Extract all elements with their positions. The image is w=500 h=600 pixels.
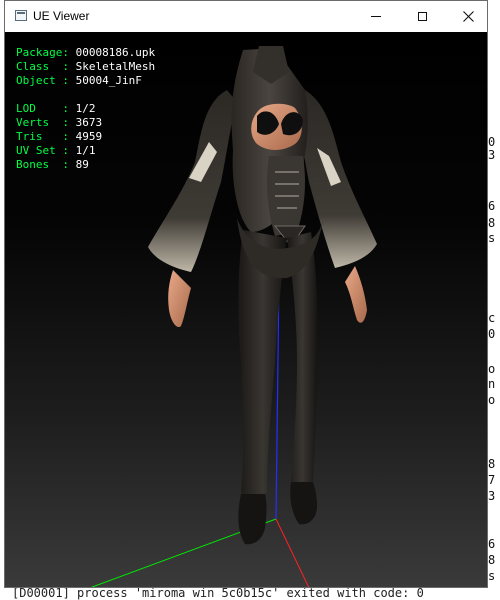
- left-hand: [168, 270, 191, 328]
- tris-value: 4959: [75, 130, 103, 143]
- info-bones: Bones : 89: [16, 158, 89, 171]
- console-char: 8: [488, 553, 496, 567]
- close-button[interactable]: [445, 1, 491, 32]
- console-char: o: [488, 393, 496, 407]
- minimize-icon: [371, 16, 381, 17]
- console-char: 7: [488, 473, 496, 487]
- ue-viewer-window[interactable]: UE Viewer Package: 00008186.upk Class: …: [4, 0, 488, 588]
- x-axis-line: [275, 518, 310, 587]
- right-hand: [345, 266, 367, 323]
- info-object: Object : 50004_JinF: [16, 74, 142, 87]
- info-package: Package: 00008186.upk: [16, 46, 156, 59]
- info-class: Class : SkeletalMesh: [16, 60, 156, 73]
- verts-value: 3673: [75, 116, 103, 129]
- console-char: c: [488, 311, 496, 325]
- left-shoe: [238, 494, 267, 545]
- info-uvset: UV Set : 1/1: [16, 144, 96, 157]
- title-bar[interactable]: UE Viewer: [5, 1, 487, 32]
- console-output-text: [D00001] process 'miroma win 5c0b15c' ex…: [12, 586, 424, 600]
- window-title: UE Viewer: [33, 9, 90, 23]
- info-verts: Verts : 3673: [16, 116, 103, 129]
- 3d-viewport[interactable]: Package: 00008186.upk Class : SkeletalMe…: [5, 32, 487, 587]
- minimize-button[interactable]: [353, 1, 399, 32]
- console-char: s: [488, 231, 496, 245]
- console-char: 0: [488, 327, 496, 341]
- object-value: 50004_JinF: [75, 74, 142, 87]
- info-tris: Tris : 4959: [16, 130, 103, 143]
- maximize-icon: [417, 12, 427, 21]
- console-char: 6: [488, 537, 496, 551]
- package-value: 00008186.upk: [75, 46, 156, 59]
- left-sleeve: [148, 90, 237, 272]
- console-char: 3: [488, 148, 496, 162]
- class-value: SkeletalMesh: [75, 60, 156, 73]
- console-char: 6: [488, 199, 496, 213]
- console-char: s: [488, 569, 496, 583]
- maximize-button[interactable]: [399, 1, 445, 32]
- console-char: 3: [488, 489, 496, 503]
- info-lod: LOD : 1/2: [16, 102, 96, 115]
- mesh-info-panel: Package: 00008186.upk Class : SkeletalMe…: [16, 46, 155, 172]
- uvset-value: 1/1: [75, 144, 96, 157]
- console-char: 8: [488, 457, 496, 471]
- bones-value: 89: [75, 158, 89, 171]
- lod-value: 1/2: [75, 102, 96, 115]
- console-char: n: [488, 377, 496, 391]
- console-bottom-line: [D00001] process 'miroma win 5c0b15c' ex…: [0, 586, 500, 600]
- app-window-icon[interactable]: [15, 10, 27, 21]
- right-shoe: [290, 482, 317, 525]
- background-console-window: 0 3 6 8 s c 0 o n o 8 7 3 6 8 s: [488, 0, 500, 600]
- console-char: o: [488, 362, 496, 376]
- console-char: 8: [488, 216, 496, 230]
- close-icon: [462, 11, 474, 22]
